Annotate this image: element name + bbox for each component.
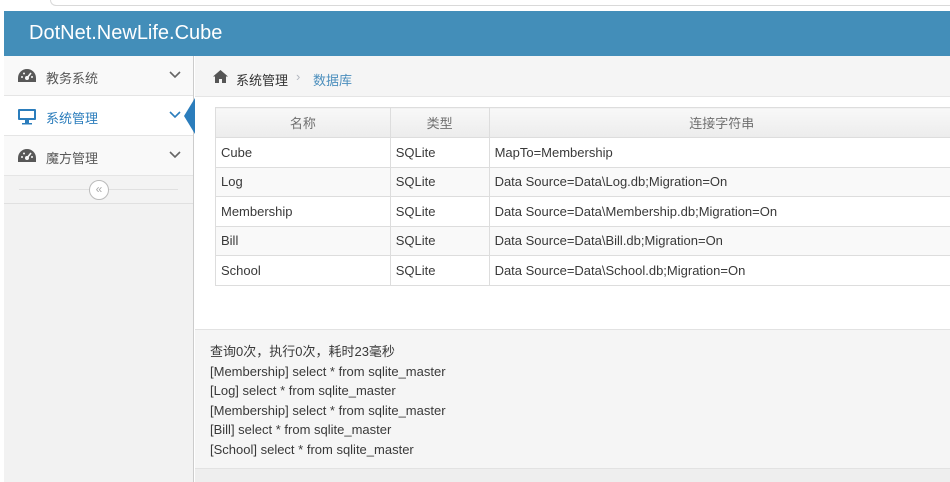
sidebar-item-label: 教务系统	[46, 71, 99, 86]
log-summary: 查询0次，执行0次，耗时23毫秒	[210, 344, 395, 359]
column-header-type[interactable]: 类型	[389, 107, 490, 138]
log-line: [Membership] select * from sqlite_master	[210, 402, 446, 418]
query-log: 查询0次，执行0次，耗时23毫秒 [Membership] select * f…	[195, 329, 950, 469]
browser-top-strip	[0, 0, 950, 11]
cell-connection: MapTo=Membership	[488, 137, 950, 168]
cell-name: Cube	[215, 137, 391, 168]
sidebar-item-cube[interactable]: 魔方管理	[4, 136, 193, 176]
column-header-connection[interactable]: 连接字符串	[488, 107, 950, 138]
column-header-name[interactable]: 名称	[215, 107, 391, 138]
cell-type: SQLite	[389, 255, 490, 286]
sidebar-item-label: 魔方管理	[46, 151, 99, 166]
chevron-down-icon	[169, 151, 181, 159]
breadcrumb-separator: ›	[296, 69, 301, 84]
database-table: 名称 类型 连接字符串 Cube SQLite MapTo=Membership…	[215, 107, 950, 286]
cell-connection: Data Source=Data\Membership.db;Migration…	[488, 196, 950, 227]
browser-address-edge	[50, 0, 950, 6]
main-content: 系统管理 › 数据库 名称 类型 连接字符串 Cube SQLite MapTo…	[195, 56, 950, 482]
breadcrumb-current: 数据库	[313, 73, 353, 88]
top-navbar: DotNet.NewLife.Cube	[4, 11, 950, 56]
cell-connection: Data Source=Data\Bill.db;Migration=On	[488, 225, 950, 256]
chevron-down-icon	[169, 71, 181, 79]
desktop-icon	[18, 109, 36, 125]
cell-type: SQLite	[389, 196, 490, 227]
cell-type: SQLite	[389, 166, 490, 197]
brand-title[interactable]: DotNet.NewLife.Cube	[29, 22, 222, 45]
cell-type: SQLite	[389, 137, 490, 168]
breadcrumb: 系统管理 › 数据库	[195, 56, 950, 97]
dashboard-icon	[18, 69, 36, 82]
cell-name: Membership	[215, 196, 391, 227]
home-icon[interactable]	[212, 69, 229, 84]
sidebar-item-label: 系统管理	[46, 111, 99, 126]
sidebar-item-academic[interactable]: 教务系统	[4, 56, 193, 96]
log-line: [Bill] select * from sqlite_master	[210, 422, 392, 438]
breadcrumb-level1[interactable]: 系统管理	[236, 70, 288, 89]
cell-type: SQLite	[389, 225, 490, 256]
chevron-down-icon	[169, 111, 181, 119]
cell-connection: Data Source=Data\Log.db;Migration=On	[488, 166, 950, 197]
table-row[interactable]: Cube SQLite MapTo=Membership	[215, 137, 950, 168]
dashboard-icon	[18, 149, 36, 162]
log-line: [Membership] select * from sqlite_master	[210, 363, 446, 379]
log-line: [Log] select * from sqlite_master	[210, 383, 396, 399]
cell-connection: Data Source=Data\School.db;Migration=On	[488, 255, 950, 286]
table-header-row: 名称 类型 连接字符串	[215, 107, 950, 138]
footer-strip	[195, 469, 950, 482]
table-row[interactable]: School SQLite Data Source=Data\School.db…	[215, 255, 950, 286]
cell-name: Log	[215, 166, 391, 197]
sidebar-collapse-row: «	[4, 176, 193, 204]
table-row[interactable]: Membership SQLite Data Source=Data\Membe…	[215, 196, 950, 227]
cell-name: Bill	[215, 225, 391, 256]
table-row[interactable]: Bill SQLite Data Source=Data\Bill.db;Mig…	[215, 225, 950, 256]
sidebar-item-system[interactable]: 系统管理	[4, 96, 195, 136]
active-pointer	[184, 98, 195, 134]
sidebar: 教务系统 系统管理 魔方管理 «	[4, 56, 195, 482]
sidebar-collapse-button[interactable]: «	[89, 180, 109, 200]
cell-name: School	[215, 255, 391, 286]
table-row[interactable]: Log SQLite Data Source=Data\Log.db;Migra…	[215, 166, 950, 197]
log-line: [School] select * from sqlite_master	[210, 441, 414, 457]
